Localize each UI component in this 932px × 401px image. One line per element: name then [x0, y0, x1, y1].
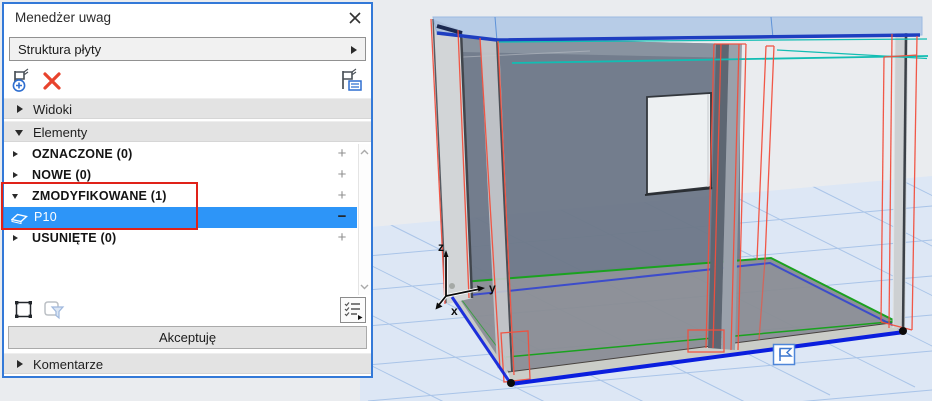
marquee-select-icon[interactable] — [13, 299, 34, 320]
axis-label-y: y — [489, 281, 496, 295]
axis-label-x: x — [451, 304, 458, 318]
scroll-down-icon[interactable] — [360, 284, 369, 290]
chevron-right-icon — [351, 46, 357, 54]
section-header-views[interactable]: Widoki — [4, 98, 371, 119]
elements-list: OZNACZONE (0) + NOWE (0) + ZMODYFIKOWANE… — [4, 144, 371, 295]
scroll-up-icon[interactable] — [360, 149, 369, 155]
list-options-button[interactable] — [340, 297, 366, 323]
chevron-right-icon — [13, 151, 18, 157]
list-scrollbar[interactable] — [358, 144, 371, 295]
note-list-flag-icon[interactable] — [339, 68, 364, 93]
panel-titlebar: Menedżer uwag — [4, 4, 371, 32]
add-button[interactable]: + — [335, 145, 349, 162]
chevron-down-icon — [15, 130, 23, 136]
section-header-comments[interactable]: Komentarze — [4, 353, 371, 374]
ceiling-slab — [432, 16, 923, 42]
window-opening — [644, 92, 715, 196]
add-note-flag-icon[interactable] — [11, 68, 36, 93]
panel-bottom-toolbar — [4, 297, 371, 327]
panel-toolbar — [4, 64, 371, 97]
list-item-new[interactable]: NOWE (0) + — [4, 165, 357, 186]
add-button[interactable]: + — [335, 229, 349, 246]
filter-icon-disabled — [44, 301, 65, 320]
chevron-right-icon — [17, 360, 23, 368]
list-item-p10[interactable]: P10 − — [4, 207, 357, 228]
chevron-down-icon — [12, 194, 18, 199]
close-icon[interactable] — [348, 11, 362, 25]
axis-label-z: z — [438, 240, 444, 254]
dropdown-value: Struktura płyty — [18, 42, 102, 57]
add-button[interactable]: + — [335, 187, 349, 204]
checklist-icon — [344, 302, 363, 320]
note-flag-marker[interactable] — [772, 343, 796, 366]
panel-title: Menedżer uwag — [15, 10, 112, 25]
note-style-dropdown[interactable]: Struktura płyty — [9, 37, 366, 61]
remove-button[interactable]: − — [335, 208, 349, 225]
slab-icon — [11, 213, 28, 225]
list-item-deleted[interactable]: USUNIĘTE (0) + — [4, 228, 357, 249]
add-button[interactable]: + — [335, 166, 349, 183]
list-item-marked[interactable]: OZNACZONE (0) + — [4, 144, 357, 165]
list-item-modified[interactable]: ZMODYFIKOWANE (1) + — [4, 186, 357, 207]
chevron-right-icon — [13, 235, 18, 241]
chevron-right-icon — [17, 105, 23, 113]
app-window: z y x Menedżer uwag Struktura płyty Wido… — [0, 0, 932, 401]
chevron-right-icon — [13, 172, 18, 178]
accept-button[interactable]: Akceptuję — [8, 326, 367, 349]
section-header-elements[interactable]: Elementy — [4, 121, 371, 142]
note-manager-panel: Menedżer uwag Struktura płyty Widoki Ele… — [2, 2, 373, 378]
delete-note-icon[interactable] — [42, 71, 62, 91]
